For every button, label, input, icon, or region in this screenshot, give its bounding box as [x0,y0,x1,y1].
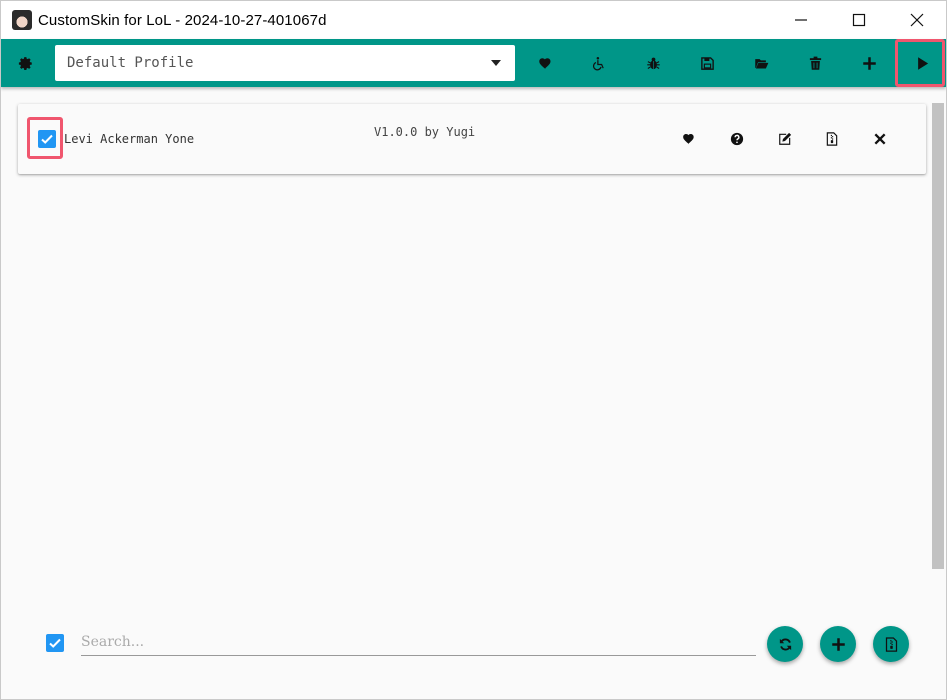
heart-icon [538,57,550,69]
question-circle-icon [730,132,744,146]
minimize-button[interactable] [772,1,830,39]
refresh-button[interactable] [767,626,803,662]
mod-name: Levi Ackerman Yone [64,132,195,146]
checkmark-icon [41,134,53,144]
debug-button[interactable] [629,39,677,87]
settings-button[interactable] [1,39,49,87]
delete-profile-button[interactable] [791,39,839,87]
app-window: CustomSkin for LoL - 2024-10-27-401067d … [0,0,947,700]
close-button[interactable] [888,1,946,39]
accessibility-button[interactable] [574,39,622,87]
maximize-button[interactable] [830,1,888,39]
import-mod-button[interactable] [873,626,909,662]
profile-select[interactable]: Default Profile [55,45,515,81]
trash-icon [809,56,821,70]
folder-open-icon [754,58,768,68]
maximize-icon [852,13,866,27]
mod-card: Levi Ackerman Yone V1.0.0 by Yugi [18,104,926,174]
bug-icon [646,57,660,69]
mod-favorite-button[interactable] [678,128,700,150]
wheelchair-icon [592,56,604,70]
close-icon [874,133,886,145]
file-archive-icon [826,132,838,146]
window-controls [772,1,946,39]
plus-icon [831,637,845,651]
close-icon [910,13,924,27]
window-title: CustomSkin for LoL - 2024-10-27-401067d [38,11,327,29]
toolbar: Default Profile [1,39,946,87]
save-icon [700,56,714,70]
add-mod-button[interactable] [820,626,856,662]
file-archive-icon [885,636,897,652]
mod-version-info: V1.0.0 by Yugi [374,125,476,139]
mod-enabled-checkbox[interactable] [38,130,56,148]
plus-icon [862,56,876,70]
minimize-icon [795,19,807,21]
mod-export-button[interactable] [821,128,843,150]
mod-edit-button[interactable] [774,128,796,150]
play-icon [917,56,928,70]
app-logo-icon [12,10,32,30]
heart-icon [683,134,694,145]
add-profile-button[interactable] [845,39,893,87]
chevron-down-icon [491,60,501,66]
gear-icon [18,56,32,70]
profile-select-value: Default Profile [67,55,194,71]
edit-icon [779,132,792,145]
mod-info-button[interactable] [726,128,748,150]
select-all-checkbox[interactable] [46,634,64,652]
open-folder-button[interactable] [737,39,785,87]
refresh-icon [779,638,791,650]
search-input[interactable] [81,628,756,656]
scrollbar[interactable] [930,103,946,569]
mod-remove-button[interactable] [869,128,891,150]
scrollbar-thumb[interactable] [932,103,944,569]
title-bar: CustomSkin for LoL - 2024-10-27-401067d [1,1,946,39]
run-button[interactable] [898,39,946,87]
checkmark-icon [49,638,61,648]
favorite-button[interactable] [521,39,569,87]
save-button[interactable] [683,39,731,87]
